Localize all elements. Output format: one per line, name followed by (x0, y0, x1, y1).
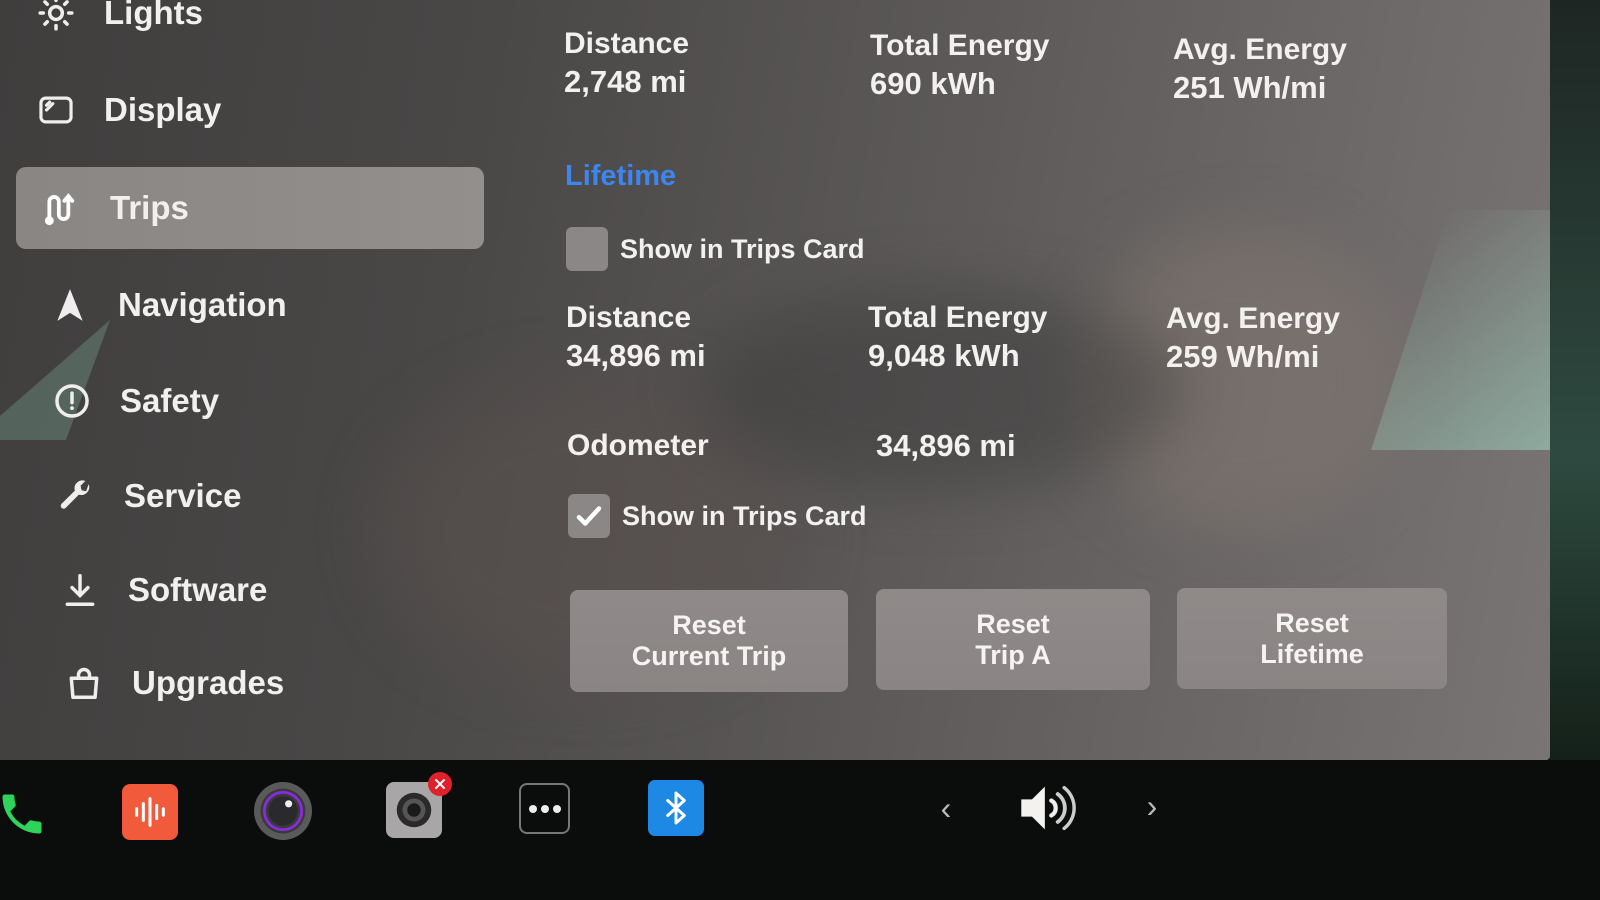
stat-value: 34,896 mi (566, 338, 706, 373)
stat-value: 251 Wh/mi (1173, 70, 1327, 105)
trips-icon (42, 188, 82, 228)
dashcam-icon[interactable] (386, 772, 452, 838)
close-icon (435, 779, 445, 789)
reset-trip-a-button[interactable]: Reset Trip A (876, 589, 1150, 690)
odometer-show-checkbox[interactable] (568, 494, 610, 538)
volume-icon[interactable] (1012, 776, 1082, 840)
sidebar-item-label: Navigation (118, 286, 287, 323)
checkbox-label: Show in Trips Card (622, 500, 867, 531)
stat-label: Avg. Energy (1166, 302, 1340, 335)
sidebar-item-service[interactable]: Service (56, 455, 524, 537)
sidebar-item-label: Software (128, 571, 268, 608)
screen-bezel (1550, 0, 1600, 760)
download-icon (60, 570, 100, 610)
stat-label: Distance (564, 27, 690, 60)
trips-content: Distance 2,748 mi Total Energy 690 kWh A… (560, 0, 1520, 760)
bluetooth-icon[interactable] (648, 780, 704, 836)
checkmark-icon (576, 506, 602, 526)
trip-a-total-energy: Total Energy 690 kWh (870, 28, 1049, 104)
stat-label: Total Energy (868, 301, 1048, 334)
lifetime-avg-energy: Avg. Energy 259 Wh/mi (1166, 301, 1340, 377)
chevron-left-icon: ‹ (940, 789, 952, 826)
button-line: Lifetime (1260, 638, 1364, 669)
stat-label: Avg. Energy (1173, 33, 1347, 66)
volume-up-button[interactable]: › (1136, 786, 1168, 826)
button-line: Trip A (975, 639, 1051, 670)
chevron-right-icon: › (1146, 787, 1158, 824)
stat-value: 2,748 mi (564, 64, 687, 99)
sidebar-item-display[interactable]: Display (36, 69, 504, 151)
lifetime-show-in-trips-card[interactable]: Show in Trips Card (566, 227, 865, 271)
camera-app-icon[interactable] (254, 782, 312, 840)
recording-error-badge (428, 772, 452, 796)
checkbox-label: Show in Trips Card (620, 233, 865, 264)
button-line: Current Trip (631, 641, 787, 671)
sidebar-item-label: Trips (110, 189, 189, 226)
lifetime-total-energy: Total Energy 9,048 kWh (868, 300, 1047, 376)
lifetime-section-title: Lifetime (565, 160, 677, 192)
sidebar-item-label: Lights (104, 0, 203, 31)
trip-a-distance: Distance 2,748 mi (564, 26, 689, 102)
sidebar-item-lights[interactable]: Lights (36, 0, 504, 54)
shopping-bag-icon (64, 663, 104, 703)
sidebar-item-trips[interactable]: Trips (16, 167, 484, 249)
sidebar-item-navigation[interactable]: Navigation (50, 264, 518, 346)
sidebar-item-label: Display (104, 91, 222, 128)
button-line: Reset (672, 610, 746, 640)
wrench-icon (56, 476, 96, 516)
sidebar-item-upgrades[interactable]: Upgrades (64, 642, 532, 724)
reset-current-trip-button[interactable]: Reset Current Trip (570, 590, 848, 692)
trip-a-avg-energy: Avg. Energy 251 Wh/mi (1173, 32, 1347, 108)
settings-sidebar: Lights Display Trips Navigation Safety S… (0, 0, 500, 760)
button-line: Reset (976, 608, 1050, 639)
odometer-show-in-trips-card[interactable]: Show in Trips Card (568, 494, 867, 538)
reset-lifetime-button[interactable]: Reset Lifetime (1177, 588, 1447, 689)
more-apps-icon[interactable] (519, 783, 570, 834)
button-line: Reset (1275, 607, 1349, 638)
sidebar-item-software[interactable]: Software (60, 549, 528, 631)
display-icon (36, 90, 76, 130)
lifetime-distance: Distance 34,896 mi (566, 300, 706, 376)
odometer-value-wrap: 34,896 mi (876, 426, 1016, 466)
audio-app-icon[interactable] (122, 784, 178, 840)
settings-screen: Lights Display Trips Navigation Safety S… (0, 0, 1550, 760)
sun-icon (36, 0, 76, 33)
taskbar: ‹ › (0, 760, 1600, 900)
volume-down-button[interactable]: ‹ (930, 788, 962, 828)
sidebar-item-safety[interactable]: Safety (52, 360, 520, 442)
sidebar-item-label: Upgrades (132, 664, 285, 701)
stat-label: Distance (566, 301, 692, 334)
alert-circle-icon (52, 381, 92, 421)
sidebar-item-label: Service (124, 477, 242, 514)
sidebar-item-label: Safety (120, 382, 220, 419)
stat-label: Total Energy (870, 29, 1050, 62)
navigation-arrow-icon (50, 285, 90, 325)
odometer-label-wrap: Odometer (567, 428, 709, 464)
phone-icon[interactable] (0, 786, 50, 842)
stat-value: 259 Wh/mi (1166, 339, 1320, 374)
stat-value: 9,048 kWh (868, 338, 1020, 373)
odometer-value: 34,896 mi (876, 428, 1016, 463)
stat-value: 690 kWh (870, 66, 996, 101)
lifetime-show-checkbox[interactable] (566, 227, 608, 271)
odometer-label: Odometer (567, 429, 709, 462)
